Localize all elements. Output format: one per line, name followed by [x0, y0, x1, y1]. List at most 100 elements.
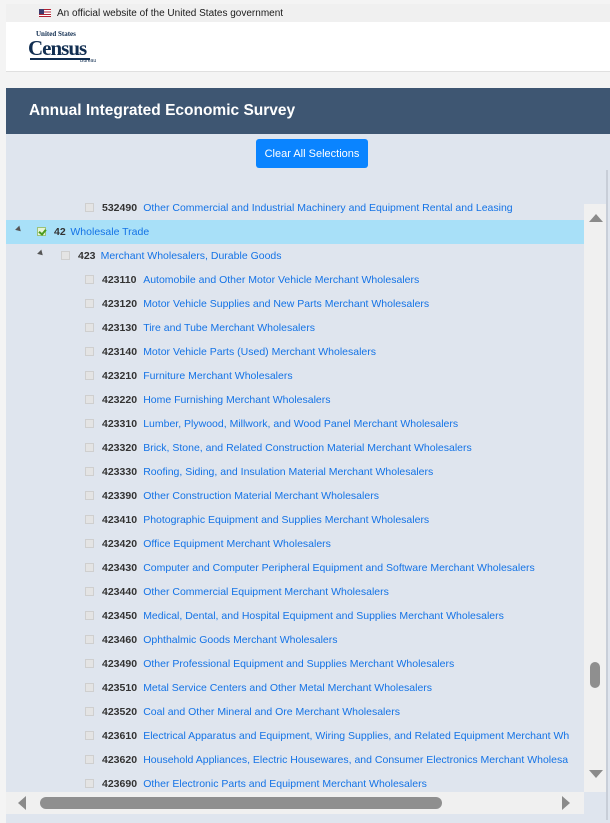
naics-name-link[interactable]: Tire and Tube Merchant Wholesalers: [143, 322, 315, 334]
tree-row[interactable]: 423520 Coal and Other Mineral and Ore Mer…: [6, 700, 584, 724]
row-checkbox[interactable]: [85, 611, 94, 620]
site-header: United States Census Bureau: [6, 22, 610, 72]
row-checkbox[interactable]: [85, 755, 94, 764]
naics-name-link[interactable]: Brick, Stone, and Related Construction M…: [143, 442, 472, 454]
tree-row[interactable]: 423610 Electrical Apparatus and Equipment…: [6, 724, 584, 748]
naics-name-link[interactable]: Home Furnishing Merchant Wholesalers: [143, 394, 330, 406]
tree-row[interactable]: 423120 Motor Vehicle Supplies and New Par…: [6, 292, 584, 316]
expand-toggle-icon[interactable]: [37, 249, 45, 258]
naics-name-link[interactable]: Electrical Apparatus and Equipment, Wiri…: [143, 730, 569, 742]
naics-code: 423510: [102, 682, 138, 694]
row-checkbox[interactable]: [85, 467, 94, 476]
row-checkbox[interactable]: [85, 707, 94, 716]
tree-row[interactable]: 423140 Motor Vehicle Parts (Used) Merchan…: [6, 340, 584, 364]
row-checkbox[interactable]: [85, 371, 94, 380]
horizontal-scroll-thumb[interactable]: [40, 797, 442, 809]
tree-row[interactable]: 423510 Metal Service Centers and Other Me…: [6, 676, 584, 700]
scroll-left-arrow-icon[interactable]: [18, 796, 26, 810]
row-checkbox[interactable]: [37, 227, 46, 236]
tree-row[interactable]: 423110 Automobile and Other Motor Vehicle…: [6, 268, 584, 292]
naics-name-link[interactable]: Metal Service Centers and Other Metal Me…: [143, 682, 432, 694]
row-checkbox[interactable]: [85, 347, 94, 356]
tree-row[interactable]: 423130 Tire and Tube Merchant Wholesalers: [6, 316, 584, 340]
naics-name-link[interactable]: Wholesale Trade: [70, 226, 149, 238]
naics-name-link[interactable]: Coal and Other Mineral and Ore Merchant …: [143, 706, 400, 718]
naics-name-link[interactable]: Other Electronic Parts and Equipment Mer…: [143, 778, 427, 790]
naics-code: 423310: [102, 418, 138, 430]
scroll-down-arrow-icon[interactable]: [589, 770, 603, 778]
row-checkbox[interactable]: [85, 731, 94, 740]
naics-name-link[interactable]: Furniture Merchant Wholesalers: [143, 370, 292, 382]
row-checkbox[interactable]: [85, 515, 94, 524]
tree-row[interactable]: 423390 Other Construction Material Mercha…: [6, 484, 584, 508]
naics-name-link[interactable]: Other Construction Material Merchant Who…: [143, 490, 379, 502]
tree-row[interactable]: 532490 Other Commercial and Industrial Ma…: [6, 196, 584, 220]
row-checkbox[interactable]: [85, 443, 94, 452]
clear-all-selections-button[interactable]: Clear All Selections: [256, 139, 368, 168]
naics-name-link[interactable]: Other Professional Equipment and Supplie…: [143, 658, 454, 670]
row-checkbox[interactable]: [85, 779, 94, 788]
naics-code: 423210: [102, 370, 138, 382]
naics-name-link[interactable]: Other Commercial Equipment Merchant Whol…: [143, 586, 389, 598]
row-checkbox[interactable]: [85, 395, 94, 404]
row-checkbox[interactable]: [85, 275, 94, 284]
scroll-right-arrow-icon[interactable]: [562, 796, 570, 810]
naics-name-link[interactable]: Household Appliances, Electric Houseware…: [143, 754, 568, 766]
tree-row[interactable]: 423460 Ophthalmic Goods Merchant Wholesal…: [6, 628, 584, 652]
tree-row[interactable]: 423690 Other Electronic Parts and Equipme…: [6, 772, 584, 792]
naics-code: 423690: [102, 778, 138, 790]
naics-name-link[interactable]: Roofing, Siding, and Insulation Material…: [143, 466, 433, 478]
tree-row[interactable]: 42 Wholesale Trade: [6, 220, 584, 244]
naics-code: 423430: [102, 562, 138, 574]
tree-row[interactable]: 423440 Other Commercial Equipment Merchan…: [6, 580, 584, 604]
row-checkbox[interactable]: [85, 539, 94, 548]
vertical-scroll-thumb[interactable]: [590, 662, 600, 688]
row-checkbox[interactable]: [85, 299, 94, 308]
naics-name-link[interactable]: Medical, Dental, and Hospital Equipment …: [143, 610, 504, 622]
vertical-scrollbar[interactable]: [584, 204, 606, 792]
naics-code: 423610: [102, 730, 138, 742]
row-checkbox[interactable]: [85, 203, 94, 212]
naics-name-link[interactable]: Other Commercial and Industrial Machiner…: [143, 202, 512, 214]
row-checkbox[interactable]: [85, 659, 94, 668]
row-checkbox[interactable]: [85, 587, 94, 596]
census-logo[interactable]: United States Census Bureau: [28, 30, 96, 64]
row-checkbox[interactable]: [85, 419, 94, 428]
tree-row[interactable]: 423320 Brick, Stone, and Related Construc…: [6, 436, 584, 460]
expand-toggle-icon[interactable]: [15, 225, 23, 234]
naics-code: 423450: [102, 610, 138, 622]
naics-name-link[interactable]: Office Equipment Merchant Wholesalers: [143, 538, 331, 550]
tree-row[interactable]: 423450 Medical, Dental, and Hospital Equi…: [6, 604, 584, 628]
row-checkbox[interactable]: [85, 491, 94, 500]
tree-row[interactable]: 423210 Furniture Merchant Wholesalers: [6, 364, 584, 388]
naics-name-link[interactable]: Automobile and Other Motor Vehicle Merch…: [143, 274, 419, 286]
naics-code: 423140: [102, 346, 138, 358]
naics-name-link[interactable]: Merchant Wholesalers, Durable Goods: [101, 250, 282, 262]
tree-row[interactable]: 423430 Computer and Computer Peripheral E…: [6, 556, 584, 580]
tree-row[interactable]: 423310 Lumber, Plywood, Millwork, and Woo…: [6, 412, 584, 436]
row-checkbox[interactable]: [61, 251, 70, 260]
tree-row[interactable]: 423490 Other Professional Equipment and S…: [6, 652, 584, 676]
row-checkbox[interactable]: [85, 635, 94, 644]
gov-banner: An official website of the United States…: [6, 4, 610, 22]
tree-row[interactable]: 423410 Photographic Equipment and Supplie…: [6, 508, 584, 532]
naics-code: 532490: [102, 202, 138, 214]
tree-row[interactable]: 423620 Household Appliances, Electric Hou…: [6, 748, 584, 772]
naics-name-link[interactable]: Ophthalmic Goods Merchant Wholesalers: [143, 634, 337, 646]
tree-row[interactable]: 423220 Home Furnishing Merchant Wholesale…: [6, 388, 584, 412]
naics-name-link[interactable]: Photographic Equipment and Supplies Merc…: [143, 514, 429, 526]
row-checkbox[interactable]: [85, 323, 94, 332]
naics-name-link[interactable]: Motor Vehicle Supplies and New Parts Mer…: [143, 298, 429, 310]
us-flag-icon: [39, 9, 51, 17]
row-checkbox[interactable]: [85, 563, 94, 572]
row-checkbox[interactable]: [85, 683, 94, 692]
naics-code: 42: [54, 226, 66, 238]
naics-name-link[interactable]: Motor Vehicle Parts (Used) Merchant Whol…: [143, 346, 376, 358]
scroll-up-arrow-icon[interactable]: [589, 214, 603, 222]
tree-row[interactable]: 423330 Roofing, Siding, and Insulation Ma…: [6, 460, 584, 484]
naics-name-link[interactable]: Lumber, Plywood, Millwork, and Wood Pane…: [143, 418, 458, 430]
naics-name-link[interactable]: Computer and Computer Peripheral Equipme…: [143, 562, 535, 574]
tree-row[interactable]: 423420 Office Equipment Merchant Wholesal…: [6, 532, 584, 556]
horizontal-scrollbar[interactable]: [6, 792, 584, 814]
tree-row[interactable]: 423 Merchant Wholesalers, Durable Goods: [6, 244, 584, 268]
